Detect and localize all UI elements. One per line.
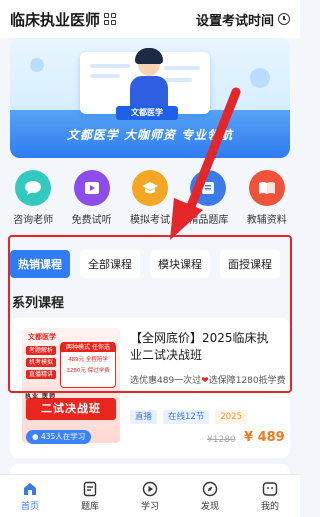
menu-label: 精品题库 — [188, 215, 229, 226]
menu-label: 模拟考试 — [129, 215, 170, 226]
menu-label: 咨询老师 — [13, 215, 54, 226]
banner-brand-tag: 文都医学 — [116, 106, 178, 120]
bottom-navigation: 首页 题库 学习 发现 我的 — [0, 474, 300, 517]
discover-icon — [202, 481, 218, 496]
menu-item-consult[interactable]: 咨询老师 — [5, 170, 61, 232]
nav-discover[interactable]: 发现 — [180, 475, 240, 517]
course-chips: 直播 在线12节 2025 — [130, 410, 247, 424]
nav-question-bank[interactable]: 题库 — [60, 475, 120, 517]
profile-icon — [262, 481, 278, 496]
play-icon — [73, 170, 110, 206]
current-price: ¥ 489 — [244, 430, 285, 445]
nav-profile[interactable]: 我的 — [240, 475, 300, 517]
person-icon: ● — [32, 432, 39, 441]
course-chip-live: 直播 — [130, 410, 158, 424]
banner-slogan: 文都医学 大咖师资 专业领航 — [66, 128, 234, 142]
nav-label: 发现 — [200, 501, 219, 512]
menu-item-mock-exam[interactable]: 模拟考试 — [122, 170, 178, 232]
menu-label: 免费试听 — [71, 215, 112, 226]
next-course-card[interactable] — [10, 464, 290, 474]
menu-item-free-trial[interactable]: 免费试听 — [64, 170, 120, 232]
nav-label: 我的 — [260, 501, 279, 512]
menu-item-question-bank[interactable]: 精品题库 — [180, 170, 236, 232]
course-chip-lessons: 在线12节 — [163, 410, 210, 424]
graduation-cap-icon — [131, 170, 168, 206]
promo-banner[interactable]: 文都医学 文都医学 大咖师资 专业领航 — [10, 38, 290, 158]
course-chip-year: 2025 — [215, 410, 247, 424]
top-header: 临床执业医师 设置考试时间 — [0, 0, 300, 38]
nav-label: 学习 — [140, 501, 159, 512]
nav-label: 题库 — [80, 501, 99, 512]
app-title[interactable]: 临床执业医师 — [10, 9, 100, 30]
original-price: ¥1280 — [207, 435, 236, 445]
cover-big-title: 执业 医师 二试决战班 — [25, 393, 116, 420]
learners-count: 435人在学习 — [40, 432, 86, 441]
chat-icon — [15, 170, 52, 206]
highlight-box — [8, 235, 292, 393]
materials-icon — [248, 170, 285, 206]
learners-badge: ● 435人在学习 — [26, 430, 92, 444]
switch-grid-icon[interactable] — [104, 13, 117, 25]
menu-item-materials[interactable]: 教辅资料 — [239, 170, 295, 232]
study-play-icon — [142, 481, 158, 496]
question-bank-icon — [83, 481, 97, 496]
clock-icon — [278, 13, 290, 25]
nav-label: 首页 — [20, 501, 39, 512]
home-icon — [24, 482, 36, 495]
menu-label: 教辅资料 — [246, 215, 287, 226]
banner-decoration — [30, 58, 44, 72]
banner-decoration — [250, 68, 270, 88]
quick-menu: 咨询老师 免费试听 模拟考试 精品题库 教辅资料 — [0, 170, 300, 232]
nav-study[interactable]: 学习 — [120, 475, 180, 517]
nav-home[interactable]: 首页 — [0, 475, 60, 517]
exam-time-label: 设置考试时间 — [195, 13, 274, 29]
set-exam-time-button[interactable]: 设置考试时间 — [196, 10, 290, 29]
book-icon — [190, 170, 227, 206]
